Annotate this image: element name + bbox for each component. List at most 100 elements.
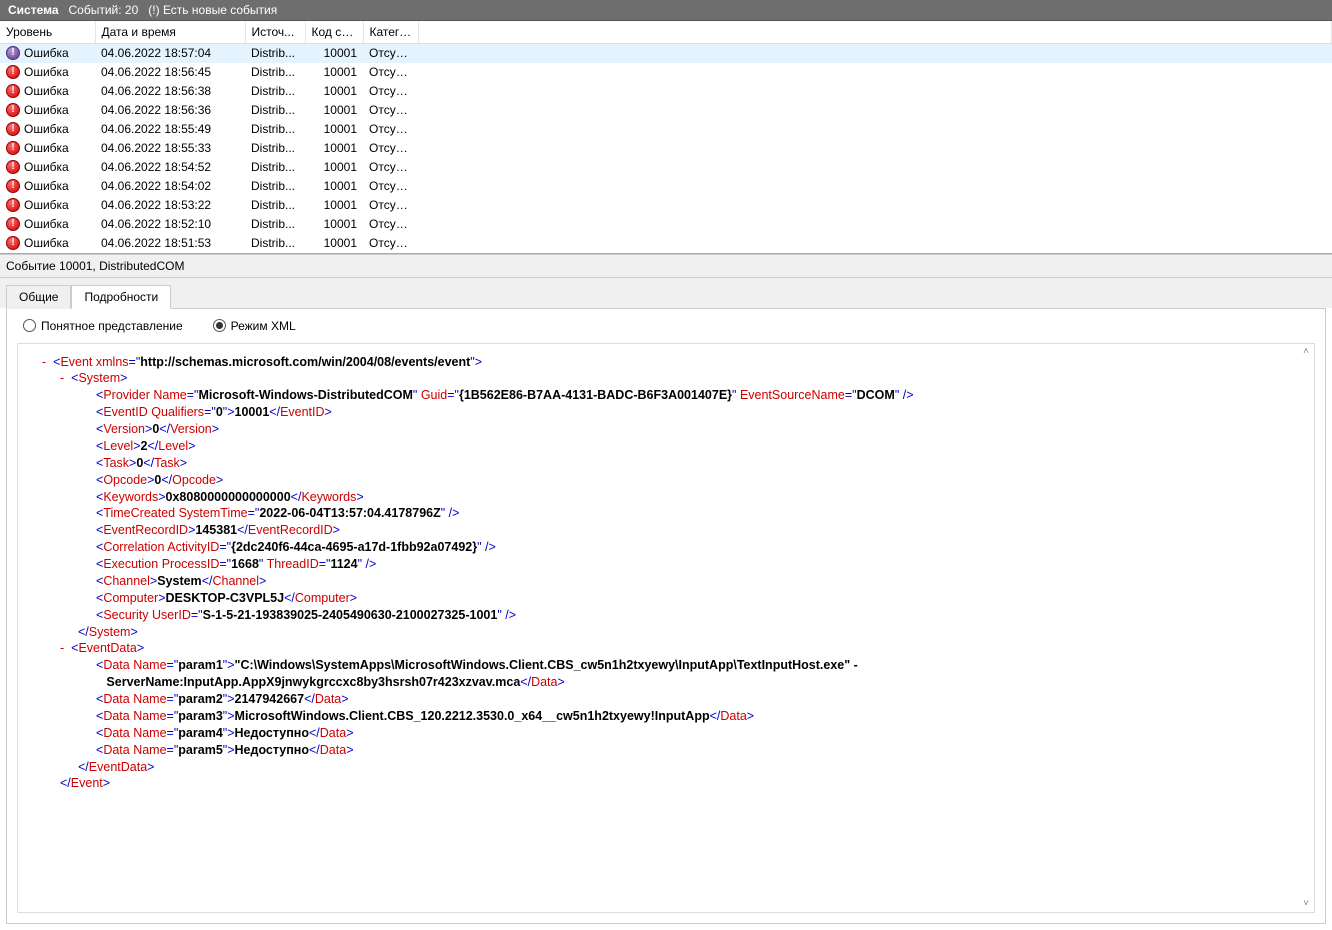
xml-param5: Недоступно	[235, 743, 309, 757]
cell-source: Distrib...	[245, 158, 305, 177]
table-row[interactable]: !Ошибка04.06.2022 18:56:38Distrib...1000…	[0, 82, 1332, 101]
table-row[interactable]: !Ошибка04.06.2022 18:54:52Distrib...1000…	[0, 158, 1332, 177]
cell-level-text: Ошибка	[24, 65, 69, 79]
cell-level-text: Ошибка	[24, 160, 69, 174]
cell-category: Отсутс...	[363, 82, 418, 101]
col-code[interactable]: Код со...	[305, 21, 363, 43]
radio-friendly-label: Понятное представление	[41, 319, 183, 333]
cell-date: 04.06.2022 18:55:49	[95, 120, 245, 139]
cell-category: Отсутс...	[363, 196, 418, 215]
xml-param4: Недоступно	[235, 726, 309, 740]
radio-xml[interactable]: Режим XML	[213, 319, 296, 333]
cell-category: Отсутс...	[363, 139, 418, 158]
cell-source: Distrib...	[245, 177, 305, 196]
error-icon: !	[6, 65, 20, 79]
xml-channel: System	[157, 574, 201, 588]
cell-date: 04.06.2022 18:57:04	[95, 43, 245, 63]
cell-source: Distrib...	[245, 63, 305, 82]
col-date[interactable]: Дата и время	[95, 21, 245, 43]
xml-exec-tid: 1124	[330, 557, 357, 571]
cell-rest	[418, 82, 1332, 101]
cell-code: 10001	[305, 139, 363, 158]
xml-eventid-qual: 0	[216, 405, 223, 419]
xml-security-userid: S-1-5-21-193839025-2405490630-2100027325…	[203, 608, 498, 622]
col-rest	[418, 21, 1332, 43]
table-header-row[interactable]: Уровень Дата и время Источ... Код со... …	[0, 21, 1332, 43]
scroll-down-icon[interactable]: ˅	[1298, 896, 1314, 912]
cell-level-text: Ошибка	[24, 122, 69, 136]
error-icon: !	[6, 141, 20, 155]
cell-category: Отсутс...	[363, 177, 418, 196]
detail-header: Событие 10001, DistributedCOM	[0, 254, 1332, 278]
cell-category: Отсутс...	[363, 158, 418, 177]
table-row[interactable]: !Ошибка04.06.2022 18:52:10Distrib...1000…	[0, 215, 1332, 234]
table-row[interactable]: !Ошибка04.06.2022 18:55:49Distrib...1000…	[0, 120, 1332, 139]
cell-level: !Ошибка	[0, 215, 95, 234]
cell-source: Distrib...	[245, 139, 305, 158]
col-level[interactable]: Уровень	[0, 21, 95, 43]
scroll-up-icon[interactable]: ˄	[1298, 344, 1314, 360]
col-source[interactable]: Источ...	[245, 21, 305, 43]
table-row[interactable]: !Ошибка04.06.2022 18:53:22Distrib...1000…	[0, 196, 1332, 215]
cell-level: !Ошибка	[0, 234, 95, 253]
error-selected-icon: !	[6, 46, 20, 60]
cell-category: Отсутс...	[363, 43, 418, 63]
cell-rest	[418, 234, 1332, 253]
tab-details[interactable]: Подробности	[71, 285, 171, 309]
xml-param1-a: "C:\Windows\SystemApps\MicrosoftWindows.…	[235, 658, 858, 672]
table-row[interactable]: !Ошибка04.06.2022 18:54:02Distrib...1000…	[0, 177, 1332, 196]
cell-category: Отсутс...	[363, 63, 418, 82]
cell-category: Отсутс...	[363, 120, 418, 139]
cell-rest	[418, 177, 1332, 196]
error-icon: !	[6, 198, 20, 212]
radio-xml-label: Режим XML	[231, 319, 296, 333]
cell-code: 10001	[305, 82, 363, 101]
table-row[interactable]: !Ошибка04.06.2022 18:51:53Distrib...1000…	[0, 234, 1332, 253]
cell-level-text: Ошибка	[24, 84, 69, 98]
cell-rest	[418, 43, 1332, 63]
cell-level: ! Ошибка	[0, 101, 95, 120]
xml-provider-guid: {1B562E86-B7AA-4131-BADC-B6F3A001407E}	[459, 388, 732, 402]
cell-code: 10001	[305, 196, 363, 215]
cell-rest	[418, 139, 1332, 158]
cell-date: 04.06.2022 18:53:22	[95, 196, 245, 215]
title-new-events: (!) Есть новые события	[148, 3, 277, 17]
table-row[interactable]: !Ошибка04.06.2022 18:57:04Distrib...1000…	[0, 43, 1332, 63]
xml-timecreated: 2022-06-04T13:57:04.4178796Z	[259, 506, 440, 520]
xml-keywords: 0x8080000000000000	[166, 490, 291, 504]
table-row[interactable]: !Ошибка04.06.2022 18:56:45Distrib...1000…	[0, 63, 1332, 82]
cell-category: Отсутс...	[363, 101, 418, 120]
cell-level-text: Ошибка	[24, 179, 69, 193]
xml-view[interactable]: ˄ ˅ - <Event xmlns="http://schemas.micro…	[17, 343, 1315, 914]
cell-level: ! Ошибка	[0, 158, 95, 177]
radio-dot-icon	[213, 319, 226, 332]
xml-xmlns: http://schemas.microsoft.com/win/2004/08…	[140, 355, 470, 369]
cell-date: 04.06.2022 18:55:33	[95, 139, 245, 158]
cell-level-text: Ошибка	[24, 141, 69, 155]
cell-code: 10001	[305, 177, 363, 196]
table-row[interactable]: !Ошибка04.06.2022 18:56:36Distrib...1000…	[0, 101, 1332, 120]
cell-level-text: Ошибка	[24, 46, 69, 60]
error-icon: !	[6, 160, 20, 174]
cell-source: Distrib...	[245, 196, 305, 215]
cell-date: 04.06.2022 18:56:45	[95, 63, 245, 82]
xml-exec-pid: 1668	[231, 557, 259, 571]
tab-general[interactable]: Общие	[6, 285, 71, 309]
title-event-count: Событий: 20	[69, 3, 139, 17]
cell-level-text: Ошибка	[24, 103, 69, 117]
cell-rest	[418, 120, 1332, 139]
col-category[interactable]: Катего...	[363, 21, 418, 43]
event-table[interactable]: Уровень Дата и время Источ... Код со... …	[0, 21, 1332, 253]
xml-eventrecordid: 145381	[195, 523, 237, 537]
cell-code: 10001	[305, 120, 363, 139]
xml-param2: 2147942667	[235, 692, 305, 706]
cell-category: Отсутс...	[363, 234, 418, 253]
cell-level-text: Ошибка	[24, 217, 69, 231]
cell-level: ! Ошибка	[0, 139, 95, 158]
xml-correlation: {2dc240f6-44ca-4695-a17d-1fbb92a07492}	[231, 540, 477, 554]
error-icon: !	[6, 122, 20, 136]
scrollbar-vertical[interactable]: ˄ ˅	[1298, 344, 1314, 913]
radio-friendly[interactable]: Понятное представление	[23, 319, 183, 333]
error-icon: !	[6, 103, 20, 117]
table-row[interactable]: ! Ошибка 04.06.2022 18:55:33Distrib...1000…	[0, 139, 1332, 158]
